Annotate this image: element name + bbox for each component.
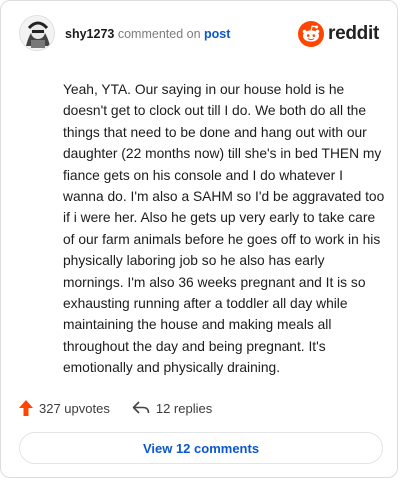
comment-card: shy1273 commented on post reddit Yeah, Y…	[0, 0, 398, 478]
comment-header: shy1273 commented on post reddit	[19, 15, 383, 55]
reply-arrow-icon	[132, 401, 150, 414]
avatar[interactable]	[19, 15, 55, 51]
upvote-arrow-icon	[19, 400, 33, 416]
brand-name: reddit	[328, 23, 379, 44]
username-link[interactable]: shy1273	[65, 27, 114, 41]
comment-body: Yeah, YTA. Our saying in our house hold …	[63, 82, 385, 376]
reddit-logo-icon	[298, 21, 325, 47]
upvote-count: 327 upvotes	[39, 400, 110, 416]
comment-actions: 327 upvotes 12 replies	[19, 397, 212, 419]
avatar-image	[20, 16, 54, 50]
comment-meta: shy1273 commented on post	[65, 27, 230, 41]
replies-button[interactable]: 12 replies	[132, 401, 212, 416]
post-link[interactable]: post	[204, 27, 230, 41]
reddit-brand[interactable]: reddit	[298, 21, 379, 47]
action-text: commented on	[117, 27, 201, 41]
view-comments-button[interactable]: View 12 comments	[19, 432, 383, 464]
upvote-button[interactable]: 327 upvotes	[19, 400, 110, 416]
reply-count: 12 replies	[155, 400, 213, 416]
